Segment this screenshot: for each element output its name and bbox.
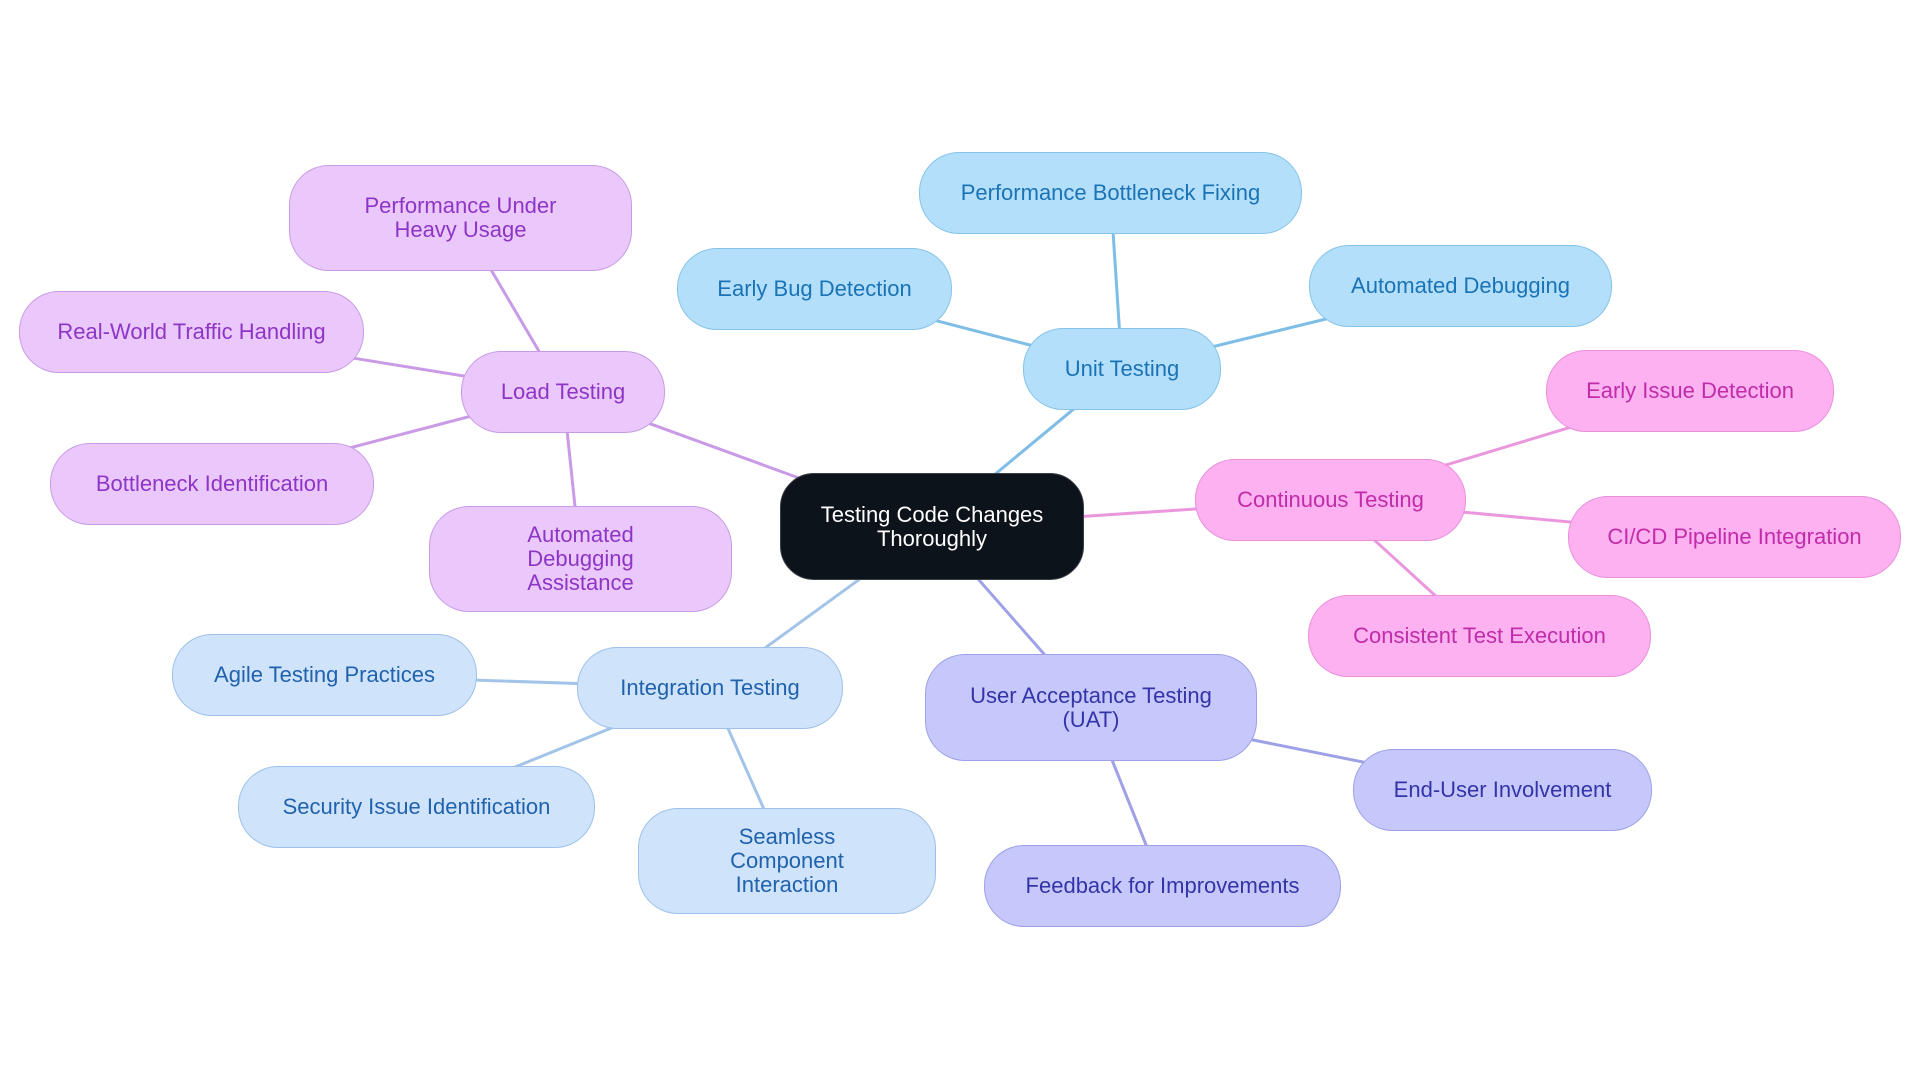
leaf-label: Early Bug Detection (717, 276, 912, 301)
leaf-node-end-user-involvement[interactable]: End-User Involvement (1353, 749, 1652, 831)
branch-node-integration-testing[interactable]: Integration Testing (577, 647, 843, 729)
leaf-label: Performance Bottleneck Fixing (960, 180, 1261, 205)
leaf-label: Early Issue Detection (1586, 378, 1794, 403)
leaf-label: Agile Testing Practices (214, 662, 435, 687)
branch-node-load-testing[interactable]: Load Testing (461, 351, 665, 433)
branch-label: Load Testing (500, 379, 626, 404)
branch-label: User Acceptance Testing (UAT) (970, 682, 1212, 732)
leaf-label: Bottleneck Identification (95, 471, 329, 496)
branch-label: Unit Testing (1064, 356, 1180, 381)
leaf-node-seamless-component-interaction[interactable]: Seamless Component Interaction (638, 808, 936, 914)
leaf-label: Security Issue Identification (282, 794, 551, 819)
leaf-label: CI/CD Pipeline Integration (1607, 524, 1862, 549)
leaf-label: Real-World Traffic Handling (57, 319, 326, 344)
leaf-node-bottleneck-identification[interactable]: Bottleneck Identification (50, 443, 374, 525)
leaf-label: Feedback for Improvements (1025, 873, 1300, 898)
leaf-label: Seamless Component Interaction (730, 824, 844, 897)
root-node-label: Testing Code Changes Thoroughly (820, 501, 1044, 551)
leaf-label: Automated Debugging Assistance (527, 522, 634, 595)
leaf-label: Performance Under Heavy Usage (364, 193, 557, 242)
leaf-node-feedback-for-improvements[interactable]: Feedback for Improvements (984, 845, 1341, 927)
branch-node-unit-testing[interactable]: Unit Testing (1023, 328, 1221, 410)
leaf-node-consistent-test-execution[interactable]: Consistent Test Execution (1308, 595, 1651, 677)
leaf-node-real-world-traffic-handling[interactable]: Real-World Traffic Handling (19, 291, 364, 373)
leaf-label: End-User Involvement (1393, 777, 1612, 802)
leaf-node-performance-under-heavy-usage[interactable]: Performance Under Heavy Usage (289, 165, 632, 271)
leaf-node-agile-testing-practices[interactable]: Agile Testing Practices (172, 634, 477, 716)
leaf-node-cicd-pipeline-integration[interactable]: CI/CD Pipeline Integration (1568, 496, 1901, 578)
branch-label: Integration Testing (620, 675, 800, 700)
leaf-label: Automated Debugging (1351, 273, 1570, 298)
root-node[interactable]: Testing Code Changes Thoroughly (780, 473, 1084, 580)
leaf-node-early-issue-detection[interactable]: Early Issue Detection (1546, 350, 1834, 432)
leaf-node-performance-bottleneck-fixing[interactable]: Performance Bottleneck Fixing (919, 152, 1302, 234)
leaf-node-early-bug-detection[interactable]: Early Bug Detection (677, 248, 952, 330)
branch-node-user-acceptance-testing[interactable]: User Acceptance Testing (UAT) (925, 654, 1257, 761)
branch-label: Continuous Testing (1237, 487, 1424, 512)
leaf-label: Consistent Test Execution (1353, 623, 1606, 648)
leaf-node-security-issue-identification[interactable]: Security Issue Identification (238, 766, 595, 848)
branch-node-continuous-testing[interactable]: Continuous Testing (1195, 459, 1466, 541)
leaf-node-automated-debugging-assistance[interactable]: Automated Debugging Assistance (429, 506, 732, 612)
leaf-node-automated-debugging[interactable]: Automated Debugging (1309, 245, 1612, 327)
